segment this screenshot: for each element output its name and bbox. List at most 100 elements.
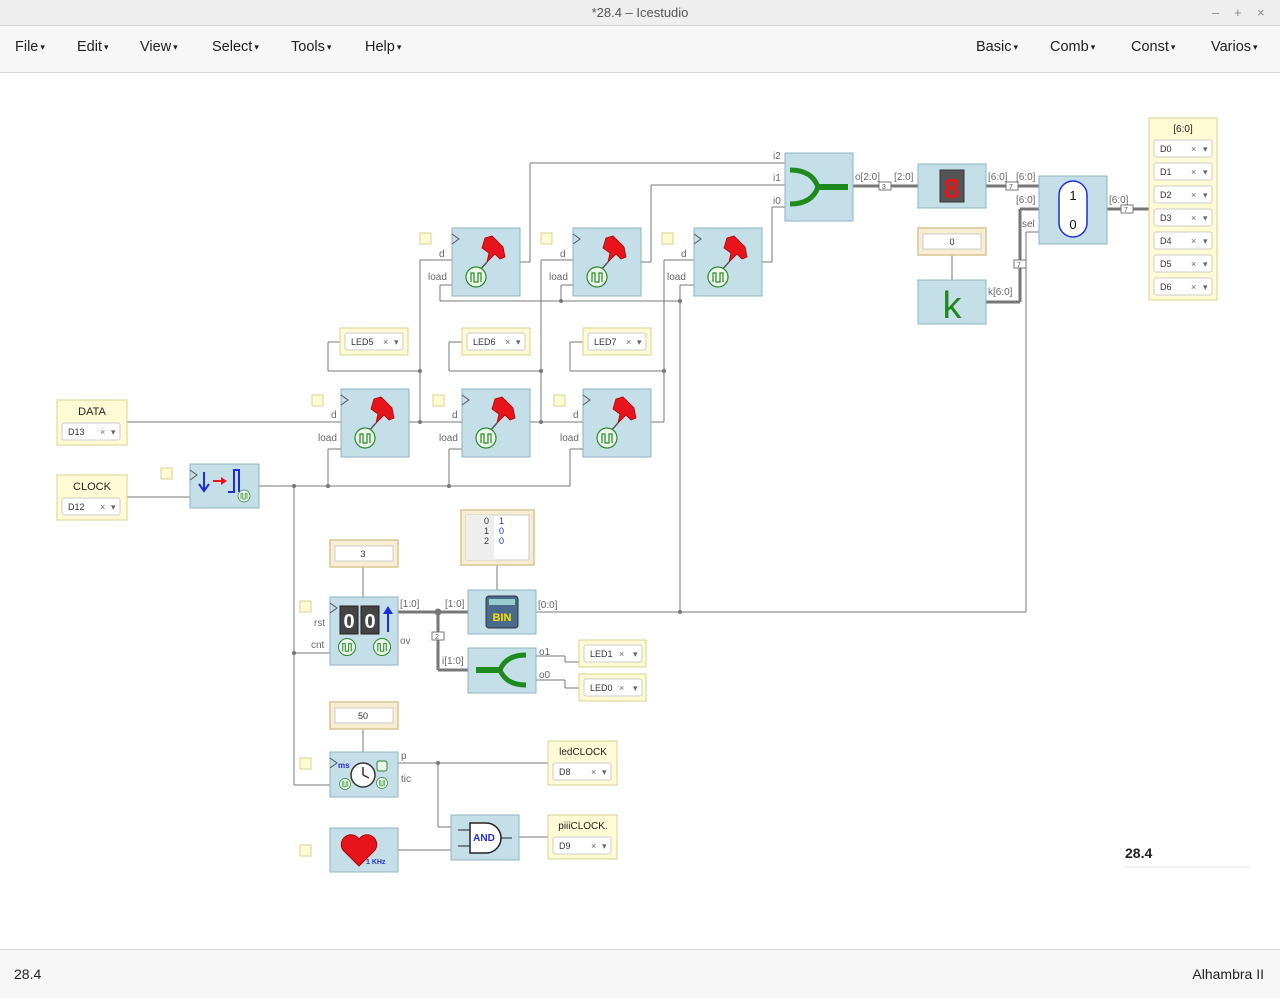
clear-icon[interactable]: × bbox=[1191, 213, 1196, 223]
chevron-down-icon[interactable]: ▾ bbox=[1203, 144, 1208, 154]
menu-const[interactable]: Const ▾ bbox=[1131, 39, 1175, 55]
clear-icon[interactable]: × bbox=[1191, 236, 1196, 246]
menu-tools[interactable]: Tools ▾ bbox=[291, 39, 331, 55]
menu-file-label: File bbox=[15, 39, 39, 55]
chevron-down-icon: ▾ bbox=[40, 41, 45, 52]
bus-pin-label: D4 bbox=[1160, 236, 1172, 246]
register-block[interactable]: d load bbox=[540, 227, 642, 297]
bus-width-label: 3 bbox=[882, 184, 886, 191]
timer-constant[interactable]: 50 bbox=[329, 701, 399, 730]
output-ledclock[interactable]: ledCLOCK D8 × bbox=[547, 740, 618, 786]
chevron-down-icon[interactable]: ▾ bbox=[1203, 190, 1208, 200]
menu-file[interactable]: File ▾ bbox=[15, 39, 45, 55]
chevron-down-icon: ▾ bbox=[1170, 41, 1176, 52]
port-d-label: d bbox=[573, 410, 579, 421]
chevron-down-icon: ▾ bbox=[1013, 41, 1018, 52]
counter-block[interactable]: 0 0 rst cnt [1:0] ov bbox=[299, 596, 420, 666]
menu-edit[interactable]: Edit ▾ bbox=[77, 39, 109, 55]
chevron-down-icon: ▾ bbox=[396, 41, 402, 52]
output-piiiclock[interactable]: piiiCLOCK. D9 × bbox=[547, 814, 618, 860]
table-cell: 0 bbox=[499, 536, 504, 546]
input-clock[interactable]: CLOCK D12 × bbox=[56, 474, 128, 521]
clear-icon[interactable]: × bbox=[1191, 167, 1196, 177]
input-data-pin: D13 bbox=[68, 427, 85, 437]
table-cell: 1 bbox=[484, 526, 489, 536]
input-data-name: DATA bbox=[78, 406, 106, 418]
menu-varios[interactable]: Varios ▾ bbox=[1211, 39, 1258, 55]
mux-input-0: 0 bbox=[1069, 217, 1076, 232]
register-block[interactable]: d load bbox=[432, 388, 531, 458]
port-cnt-bus-label: [1:0] bbox=[400, 599, 420, 610]
counter-constant[interactable]: 3 bbox=[329, 539, 399, 568]
output-bus[interactable]: [6:0] D0 × ▾ D1 × ▾ D2 × ▾ D3 × ▾ D4 × ▾ D5 × ▾ D6 × ▾ bbox=[1148, 117, 1218, 301]
menu-edit-label: Edit bbox=[77, 39, 102, 55]
chevron-down-icon[interactable]: ▾ bbox=[1203, 259, 1208, 269]
menu-help[interactable]: Help ▾ bbox=[365, 39, 401, 55]
menu-comb[interactable]: Comb ▾ bbox=[1050, 39, 1095, 55]
menu-basic[interactable]: Basic ▾ bbox=[976, 39, 1018, 55]
register-block[interactable]: d load bbox=[661, 227, 763, 297]
clear-icon[interactable]: × bbox=[1191, 190, 1196, 200]
svg-text:×: × bbox=[619, 649, 624, 659]
output-led6[interactable]: LED6 × bbox=[461, 327, 531, 356]
truth-table[interactable]: 0 11 02 0 bbox=[460, 509, 535, 566]
bus-pin-label: D1 bbox=[1160, 167, 1172, 177]
menu-varios-label: Varios bbox=[1211, 39, 1252, 55]
port-load-label: load bbox=[549, 272, 568, 283]
table-cell: 0 bbox=[499, 526, 504, 536]
output-led1[interactable]: LED1 × bbox=[578, 639, 647, 668]
clear-icon[interactable]: × bbox=[1191, 144, 1196, 154]
port-o-bus-label: o[2:0] bbox=[855, 172, 880, 183]
chevron-down-icon[interactable]: ▾ bbox=[1203, 236, 1208, 246]
table-cell: 1 bbox=[499, 516, 504, 526]
svg-text:×: × bbox=[100, 502, 105, 512]
and-gate-block[interactable]: AND bbox=[450, 814, 520, 861]
khz-label: 1 KHz bbox=[366, 859, 386, 866]
design-canvas[interactable]: ▾ bbox=[0, 73, 1280, 949]
bus-width-label: 2 bbox=[435, 634, 439, 641]
port-o1-label: o1 bbox=[539, 647, 551, 658]
port-mux-in-label: [6:0] bbox=[1016, 172, 1036, 183]
port-seg-out-label: [6:0] bbox=[988, 172, 1008, 183]
chevron-down-icon[interactable]: ▾ bbox=[1203, 213, 1208, 223]
bus-pin-label: D0 bbox=[1160, 144, 1172, 154]
design-name-label: 28.4 bbox=[1125, 845, 1152, 861]
register-block[interactable]: d load bbox=[311, 388, 410, 458]
register-block[interactable]: d load bbox=[553, 388, 652, 458]
svg-text:×: × bbox=[100, 427, 105, 437]
bus-width-label: 7 bbox=[1017, 262, 1021, 269]
clear-icon[interactable]: × bbox=[1191, 282, 1196, 292]
clear-icon[interactable]: × bbox=[1191, 259, 1196, 269]
menu-view[interactable]: View ▾ bbox=[140, 39, 178, 55]
svg-text:×: × bbox=[591, 767, 596, 777]
constant-k-input[interactable]: 0 bbox=[917, 227, 987, 256]
table-cell: 0 bbox=[484, 516, 489, 526]
mux-input-1: 1 bbox=[1069, 188, 1076, 203]
chevron-down-icon: ▾ bbox=[326, 41, 332, 52]
output-ledclock-name: ledCLOCK bbox=[559, 747, 607, 758]
port-load-label: load bbox=[667, 272, 686, 283]
port-bus-in-label: [2:0] bbox=[894, 172, 914, 183]
port-cnt-label: cnt bbox=[311, 640, 325, 651]
register-block[interactable]: d load bbox=[419, 227, 521, 297]
input-data[interactable]: DATA D13 × bbox=[56, 399, 128, 446]
chevron-down-icon: ▾ bbox=[1090, 41, 1096, 52]
close-button[interactable]: × bbox=[1257, 0, 1265, 25]
ms-label: ms bbox=[338, 761, 350, 770]
output-led5[interactable]: LED5 × bbox=[339, 327, 409, 356]
port-rst-label: rst bbox=[314, 618, 325, 629]
heartbeat-block[interactable]: 1 KHz bbox=[299, 827, 399, 873]
chevron-down-icon[interactable]: ▾ bbox=[1203, 167, 1208, 177]
output-piiiclock-name: piiiCLOCK. bbox=[558, 821, 607, 832]
edge-detector-block[interactable] bbox=[160, 463, 260, 509]
chevron-down-icon[interactable]: ▾ bbox=[1203, 282, 1208, 292]
port-i0-label: i0 bbox=[773, 196, 781, 207]
circuit-diagram[interactable]: ▾ bbox=[0, 73, 1280, 949]
output-led0[interactable]: LED0 × bbox=[578, 673, 647, 702]
menu-select[interactable]: Select ▾ bbox=[212, 39, 259, 55]
port-d-label: d bbox=[452, 410, 458, 421]
output-led7[interactable]: LED7 × bbox=[582, 327, 652, 356]
maximize-button[interactable]: + bbox=[1234, 0, 1242, 25]
timer-block[interactable]: ms p tic bbox=[299, 751, 411, 798]
minimize-button[interactable]: – bbox=[1212, 0, 1219, 25]
